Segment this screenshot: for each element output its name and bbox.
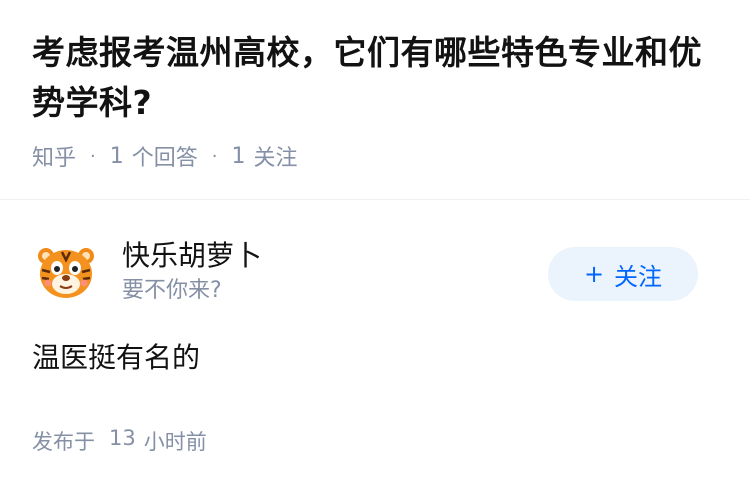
time-prefix: 发布于 — [32, 430, 95, 454]
question-meta: 知乎 · 1 个回答 · 1 关注 — [32, 138, 718, 174]
tiger-avatar-icon — [32, 238, 100, 306]
followers-count: 1 — [231, 143, 246, 169]
plus-icon: + — [583, 260, 605, 288]
time-value: 13 — [109, 426, 136, 450]
answer-content[interactable]: 温医挺有名的 — [32, 338, 718, 378]
follow-label: 关注 — [614, 262, 663, 291]
question-title[interactable]: 考虑报考温州高校，它们有哪些特色专业和优势学科? — [32, 28, 718, 128]
answer-timestamp: 发布于 13 小时前 — [32, 426, 718, 456]
followers-label[interactable]: 关注 — [254, 140, 298, 172]
separator-dot: · — [211, 145, 218, 167]
source-label[interactable]: 知乎 — [32, 140, 76, 172]
avatar[interactable] — [32, 238, 100, 306]
follow-button[interactable]: + 关注 — [548, 247, 698, 301]
question-header: 考虑报考温州高校，它们有哪些特色专业和优势学科? 知乎 · 1 个回答 · 1 … — [0, 0, 750, 200]
answers-label[interactable]: 个回答 — [132, 140, 198, 172]
author-info: 快乐胡萝卜 要不你来? — [122, 237, 262, 307]
answers-count: 1 — [109, 143, 124, 169]
author-bio: 要不你来? — [122, 278, 222, 303]
separator-dot: · — [90, 145, 96, 167]
time-unit: 小时前 — [143, 430, 207, 454]
author-row: 快乐胡萝卜 要不你来? + 关注 — [32, 232, 718, 312]
answer-card: 快乐胡萝卜 要不你来? + 关注 温医挺有名的 发布于 13 小时前 — [0, 200, 750, 456]
author-name[interactable]: 快乐胡萝卜 — [122, 237, 262, 275]
